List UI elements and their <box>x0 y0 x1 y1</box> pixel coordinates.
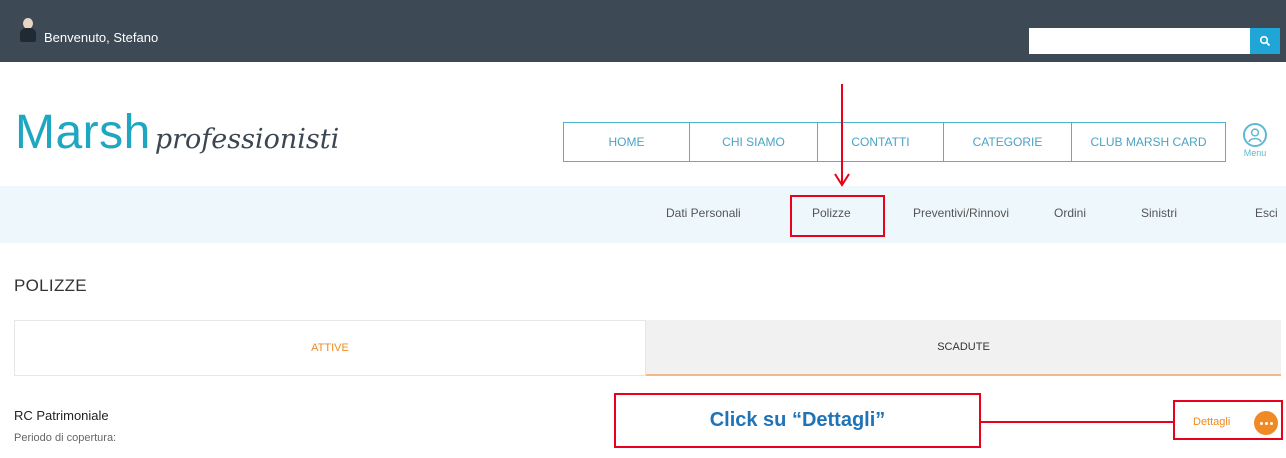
page-title: POLIZZE <box>14 276 87 295</box>
logo[interactable]: Marsh professionisti <box>15 105 339 160</box>
subnav-preventivi-rinnovi[interactable]: Preventivi/Rinnovi <box>913 206 1009 220</box>
nav-chi-siamo[interactable]: CHI SIAMO <box>690 123 818 161</box>
sub-nav <box>0 186 1286 243</box>
menu-button[interactable]: Menu <box>1241 123 1269 158</box>
top-bar: Benvenuto, Stefano <box>0 0 1286 62</box>
search-input[interactable] <box>1029 28 1250 54</box>
tab-attive[interactable]: ATTIVE <box>14 320 646 376</box>
subnav-dati-personali[interactable]: Dati Personali <box>666 206 741 220</box>
user-circle-icon <box>1243 123 1267 147</box>
search-icon <box>1259 35 1271 47</box>
subnav-esci[interactable]: Esci <box>1255 206 1278 220</box>
policy-name: RC Patrimoniale <box>14 408 109 423</box>
welcome-text: Benvenuto, Stefano <box>44 30 159 45</box>
logo-sub-text: professionisti <box>154 124 340 155</box>
nav-categorie[interactable]: CATEGORIE <box>944 123 1072 161</box>
subnav-ordini[interactable]: Ordini <box>1054 206 1086 220</box>
policy-period-label: Periodo di copertura: <box>14 432 117 444</box>
annotation-arrow <box>834 84 850 187</box>
tab-scadute[interactable]: SCADUTE <box>646 320 1281 376</box>
annotation-callout: Click su “Dettagli” <box>614 393 981 448</box>
search-button[interactable] <box>1250 28 1280 54</box>
annotation-highlight-polizze <box>790 195 885 237</box>
annotation-highlight-dettagli <box>1173 400 1283 440</box>
nav-club-marsh-card[interactable]: CLUB MARSH CARD <box>1072 123 1225 161</box>
menu-label: Menu <box>1243 148 1267 158</box>
annotation-connector <box>981 421 1173 423</box>
main-nav: HOME CHI SIAMO CONTATTI CATEGORIE CLUB M… <box>563 122 1226 162</box>
subnav-sinistri[interactable]: Sinistri <box>1141 206 1177 220</box>
nav-home[interactable]: HOME <box>564 123 690 161</box>
logo-main-text: Marsh <box>15 106 151 159</box>
user-avatar <box>20 18 36 42</box>
